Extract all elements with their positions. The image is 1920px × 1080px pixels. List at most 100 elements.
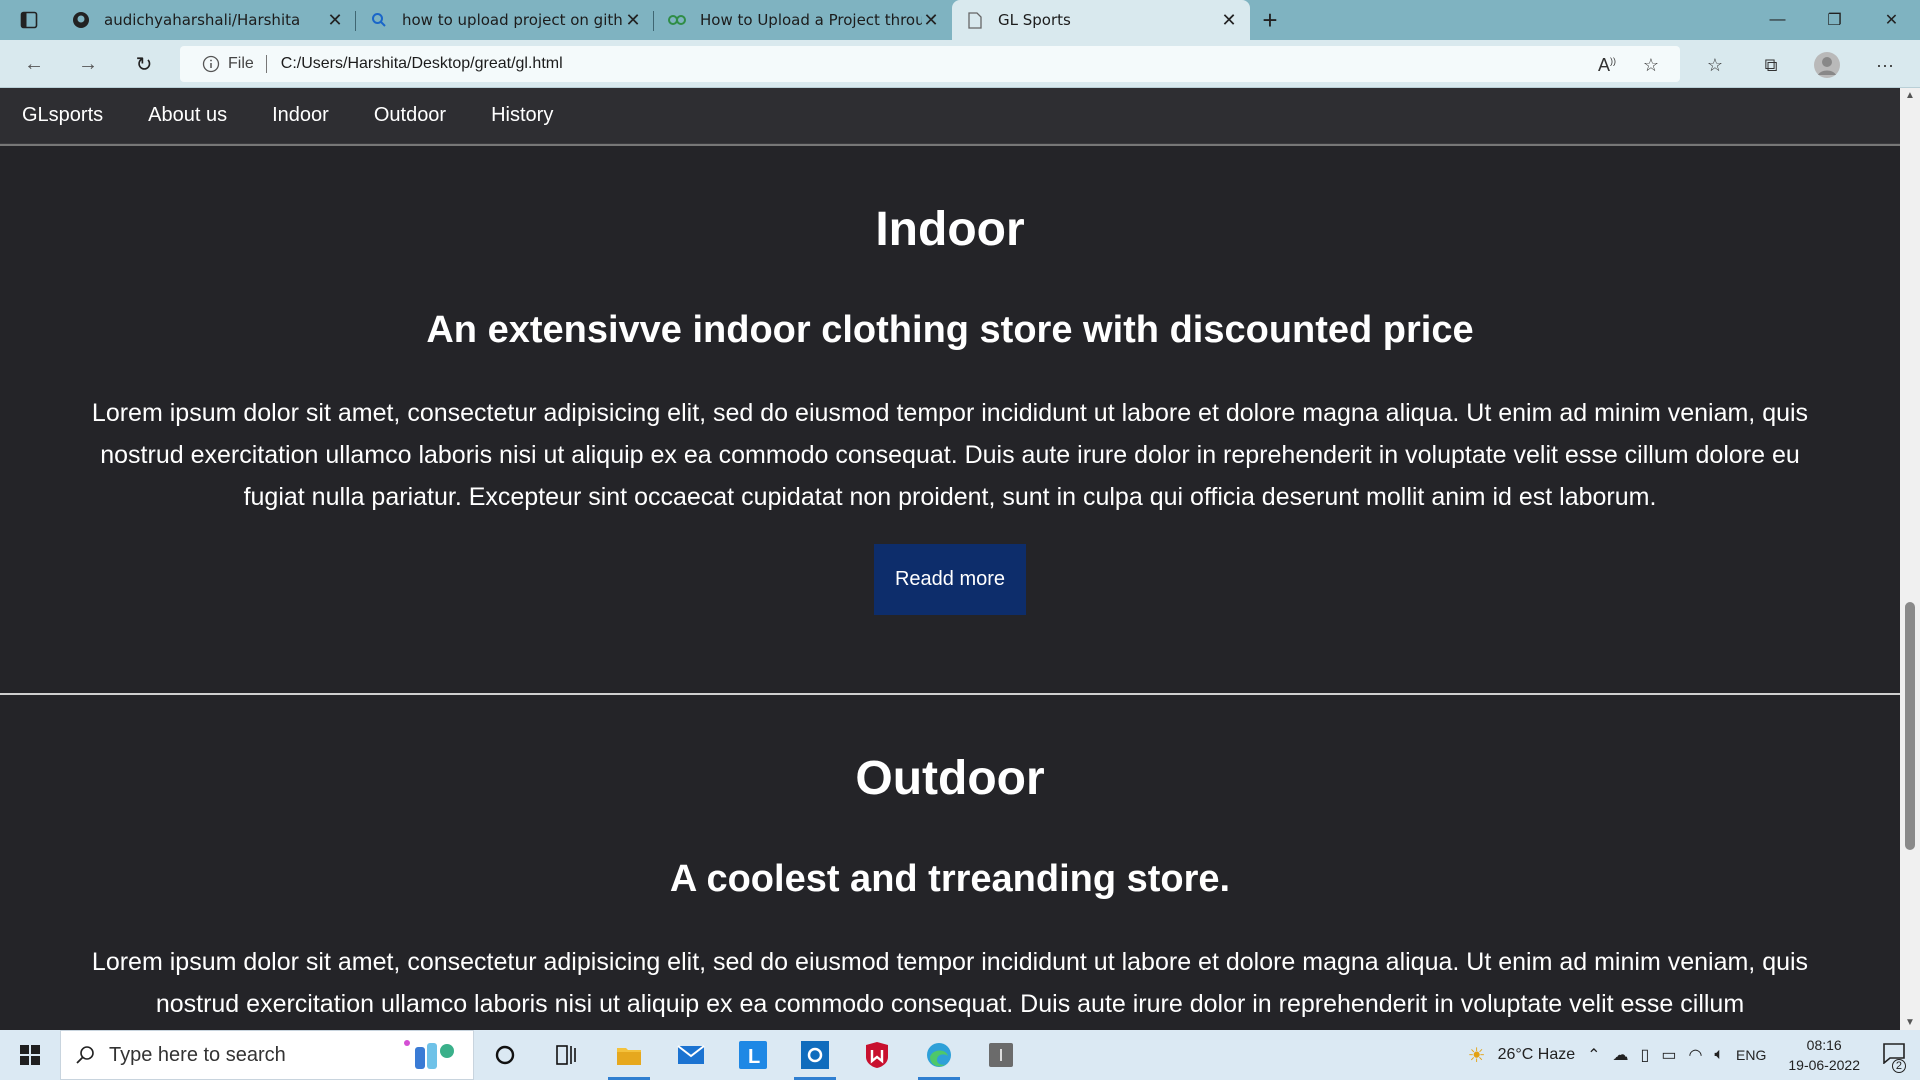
close-tab-icon[interactable]: ✕ [326,10,344,31]
window-controls: — ❐ ✕ [1749,0,1920,40]
address-bar-row: ← → ↻ File C:/Users/Harshita/Desktop/gre… [0,40,1920,88]
favorites-icon: ☆ [1706,54,1724,75]
star-plus-icon: ☆ [1642,54,1660,75]
start-button[interactable] [0,1030,60,1080]
weather-text[interactable]: 26°C Haze [1498,1046,1576,1064]
web-page: GLsports About us Indoor Outdoor History… [0,88,1900,1030]
indoor-section: Indoor An extensivve indoor clothing sto… [0,202,1900,615]
avatar [1814,52,1840,78]
nav-outdoor[interactable]: Outdoor [374,104,446,127]
close-tab-icon[interactable]: ✕ [922,10,940,31]
clock-date: 19-06-2022 [1788,1057,1860,1073]
address-input[interactable]: File C:/Users/Harshita/Desktop/great/gl.… [180,46,1680,82]
forward-button[interactable]: → [72,48,104,80]
volume-icon[interactable]: 🔈︎ [1714,1046,1724,1064]
more-icon: ··· [1876,54,1894,75]
add-favorite-button[interactable]: ☆ [1636,50,1666,80]
back-button[interactable]: ← [18,48,50,80]
minimize-button[interactable]: — [1749,0,1806,40]
mcafee-button[interactable] [846,1030,908,1080]
app-gray-button[interactable] [970,1030,1032,1080]
wifi-icon[interactable]: ◠ [1688,1045,1702,1065]
nav-indoor[interactable]: Indoor [272,104,329,127]
read-more-button[interactable]: Readd more [873,544,1027,615]
tab-gfg[interactable]: How to Upload a Project through ✕ [654,0,952,40]
cortana-icon [495,1045,515,1065]
scheme-label: File [228,55,254,72]
plus-icon: + [1262,4,1278,35]
github-icon [72,11,90,29]
site-navbar: GLsports About us Indoor Outdoor History [0,88,1900,144]
scroll-up-icon[interactable]: ▲ [1900,90,1920,101]
outdoor-description: Lorem ipsum dolor sit amet, consectetur … [91,948,1809,1018]
mail-icon [677,1045,705,1064]
chevron-up-icon[interactable]: ⌃ [1587,1045,1600,1065]
device-icon[interactable]: ▯ [1641,1045,1650,1065]
info-icon [202,55,220,73]
taskbar: Type here to search L ☀ 26°C Haze ⌃ ☁ ▯ … [0,1030,1920,1080]
indoor-subtitle: An extensivve indoor clothing store with… [426,309,1474,351]
settings-menu-button[interactable]: ··· [1870,50,1900,80]
system-tray: ☀ 26°C Haze ⌃ ☁ ▯ ▭ ◠ 🔈︎ ENG 08:16 19-06… [1462,1030,1920,1080]
tab-actions-button[interactable] [0,0,58,40]
notification-center-button[interactable]: 2 [1882,1042,1906,1073]
task-view-button[interactable] [536,1030,598,1080]
scrollbar-thumb[interactable] [1905,602,1915,850]
browser-tab-bar: audichyaharshali/Harshita ✕ how to uploa… [0,0,1920,40]
search-highlight-icon [404,1040,454,1069]
close-tab-icon[interactable]: ✕ [624,10,642,31]
nav-brand[interactable]: GLsports [22,104,103,127]
close-window-button[interactable]: ✕ [1863,0,1920,40]
page-scrollbar[interactable]: ▲ ▼ [1900,88,1920,1030]
tab-search[interactable]: how to upload project on github ✕ [356,0,654,40]
battery-icon[interactable]: ▭ [1661,1045,1676,1065]
outlook-button[interactable] [784,1030,846,1080]
outdoor-section: Outdoor A coolest and trreanding store. … [0,751,1900,1025]
collections-button[interactable]: ⧉ [1756,50,1786,80]
scroll-down-icon[interactable]: ▼ [1900,1017,1920,1028]
search-placeholder: Type here to search [109,1043,286,1066]
tab-github[interactable]: audichyaharshali/Harshita ✕ [58,0,356,40]
outdoor-subtitle: A coolest and trreanding store. [669,858,1231,900]
new-tab-button[interactable]: + [1250,0,1290,40]
outdoor-title: Outdoor [855,752,1045,805]
profile-button[interactable] [1812,50,1842,80]
close-tab-icon[interactable]: ✕ [1220,10,1238,31]
folder-icon [617,1048,641,1065]
read-aloud-button[interactable]: A)) [1592,50,1622,80]
cloud-icon[interactable]: ☁ [1613,1045,1629,1065]
section-divider [0,693,1900,695]
windows-icon [20,1045,40,1065]
arrow-left-icon: ← [24,52,44,75]
page-icon [966,11,984,29]
language-indicator[interactable]: ENG [1736,1047,1766,1063]
edge-button[interactable] [908,1030,970,1080]
clock[interactable]: 08:16 19-06-2022 [1788,1035,1860,1075]
mcafee-icon [866,1042,888,1068]
svg-text:L: L [748,1046,760,1068]
refresh-icon: ↻ [135,53,153,76]
mail-button[interactable] [660,1030,722,1080]
tab-label: audichyaharshali/Harshita [104,11,301,29]
tab-actions-icon [20,11,38,29]
gfg-icon [668,11,686,29]
outlook-icon [801,1041,829,1069]
restore-button[interactable]: ❐ [1806,0,1863,40]
tab-label: How to Upload a Project through [700,11,922,29]
refresh-button[interactable]: ↻ [128,48,160,80]
l-app-icon: L [739,1041,767,1069]
url-text: C:/Users/Harshita/Desktop/great/gl.html [280,55,563,72]
clock-time: 08:16 [1806,1037,1842,1053]
nav-history[interactable]: History [491,104,553,127]
nav-about[interactable]: About us [148,104,227,127]
tab-gl-sports[interactable]: GL Sports ✕ [952,0,1250,40]
favorites-button[interactable]: ☆ [1700,50,1730,80]
taskbar-search-input[interactable]: Type here to search [60,1030,474,1080]
cortana-button[interactable] [474,1030,536,1080]
file-explorer-button[interactable] [598,1030,660,1080]
notification-count: 2 [1891,1058,1906,1073]
app-l-button[interactable]: L [722,1030,784,1080]
indoor-description: Lorem ipsum dolor sit amet, consectetur … [91,399,1809,511]
read-aloud-icon: A)) [1597,54,1616,75]
collections-icon: ⧉ [1764,54,1778,75]
